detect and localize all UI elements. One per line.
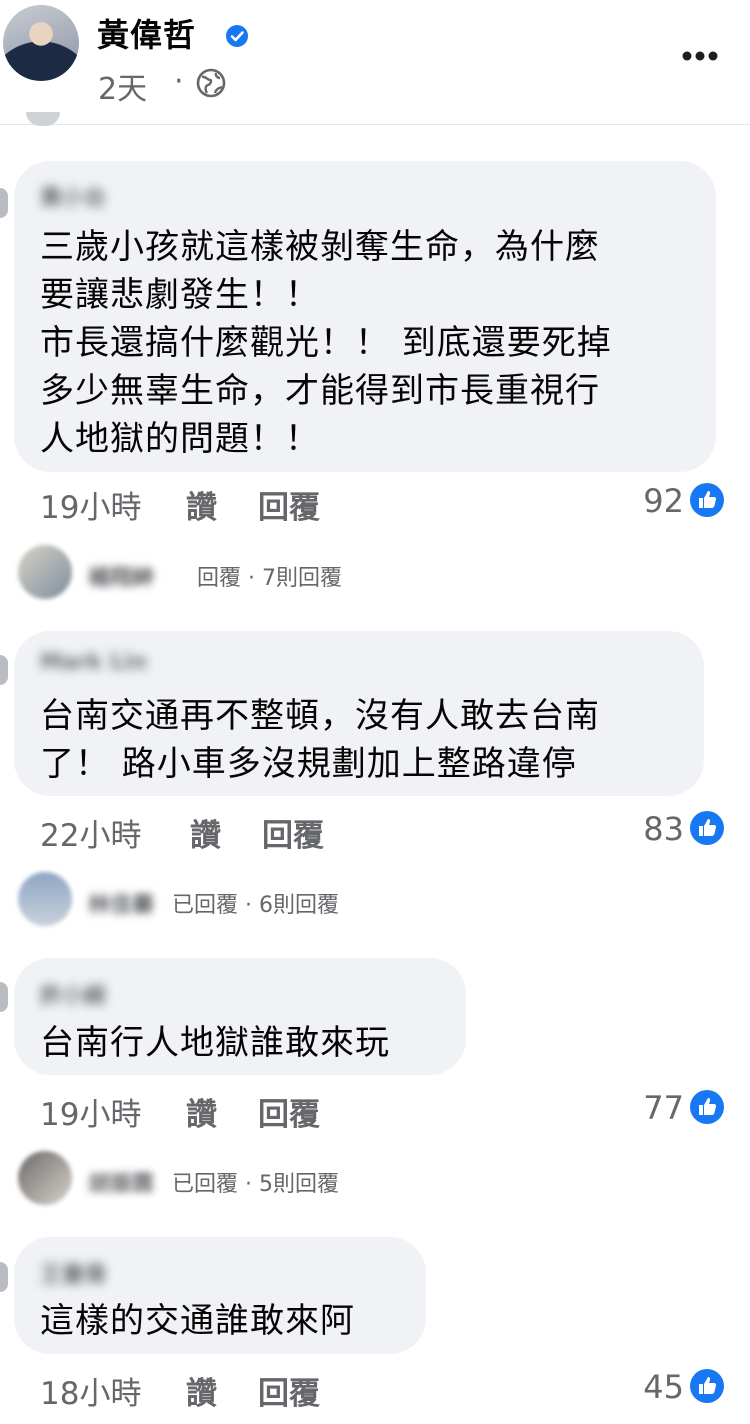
like-button[interactable]: 讚 [186,482,217,527]
comment-time[interactable]: 19小時 [40,1089,141,1134]
like-button[interactable]: 讚 [186,1368,217,1413]
reaction-count[interactable]: 92 [624,482,684,520]
comment-text: 台南交通再不整頓，沒有人敢去台南 了！ 路小車多沒規劃加上整路違停 [40,692,600,788]
comment-line: 市長還搞什麼觀光！！ 到底還要死掉 [40,323,612,363]
like-button[interactable]: 讚 [190,810,221,855]
reply-author[interactable]: 楊翔紳 [88,560,154,592]
verified-icon [226,25,248,47]
page-avatar[interactable] [3,5,79,81]
globe-icon [196,68,226,98]
avatar[interactable] [0,188,8,218]
comment-line: 要讓悲劇發生！！ [40,275,320,315]
comment-author[interactable]: 王書偉 [40,1257,106,1289]
avatar[interactable] [18,1151,72,1205]
like-reaction-icon [690,483,724,517]
reply-author[interactable]: 林佳蓁 [88,887,154,919]
reaction-count[interactable]: 45 [624,1368,684,1406]
header-divider [0,124,750,125]
comment-time[interactable]: 22小時 [40,810,141,855]
comment-line: 多少無辜生命，才能得到市長重視行 [40,371,600,411]
comment-line: 台南交通再不整頓，沒有人敢去台南 [40,696,600,736]
view-replies-link[interactable]: 已回覆 · 5則回覆 [172,1166,339,1198]
comment-line: 三歲小孩就這樣被剝奪生命，為什麼 [40,227,600,267]
page-name[interactable]: 黃偉哲 [97,10,196,56]
separator-dot: · [174,64,184,99]
reaction-count[interactable]: 77 [624,1089,684,1127]
reaction-count[interactable]: 83 [624,810,684,848]
comment-author[interactable]: 許小綺 [40,978,106,1010]
comment-text: 台南行人地獄誰敢來玩 [40,1019,390,1067]
comment-line: 這樣的交通誰敢來阿 [40,1301,355,1341]
comment-line: 了！ 路小車多沒規劃加上整路違停 [40,744,577,784]
reply-button[interactable]: 回覆 [258,1089,320,1134]
view-replies-link[interactable]: 已回覆 · 6則回覆 [172,887,339,919]
like-button[interactable]: 讚 [186,1089,217,1134]
comment-text: 這樣的交通誰敢來阿 [40,1297,355,1345]
reply-button[interactable]: 回覆 [258,482,320,527]
comment-author[interactable]: 黃小台 [40,180,106,212]
reply-button[interactable]: 回覆 [262,810,324,855]
like-reaction-icon [690,1090,724,1124]
avatar[interactable] [0,1262,8,1292]
comment-time[interactable]: 18小時 [40,1368,141,1413]
comment-text: 三歲小孩就這樣被剝奪生命，為什麼 要讓悲劇發生！！ 市長還搞什麼觀光！！ 到底還… [40,223,612,463]
reply-author[interactable]: 胡振霖 [88,1166,154,1198]
reply-button[interactable]: 回覆 [258,1368,320,1413]
post-time[interactable]: 2天 [98,64,147,108]
avatar[interactable] [18,872,72,926]
like-reaction-icon [690,811,724,845]
view-replies-link[interactable]: 回覆 · 7則回覆 [197,560,342,592]
comment-author[interactable]: Mark Lin [40,650,147,675]
comment-line: 台南行人地獄誰敢來玩 [40,1023,390,1063]
avatar[interactable] [0,982,8,1012]
post-header: 黃偉哲 2天 · [0,0,750,124]
like-reaction-icon [690,1369,724,1403]
comment-line: 人地獄的問題！！ [40,419,320,459]
avatar[interactable] [0,655,8,685]
comment-time[interactable]: 19小時 [40,482,141,527]
avatar[interactable] [18,545,72,599]
more-options-icon[interactable] [680,50,720,62]
